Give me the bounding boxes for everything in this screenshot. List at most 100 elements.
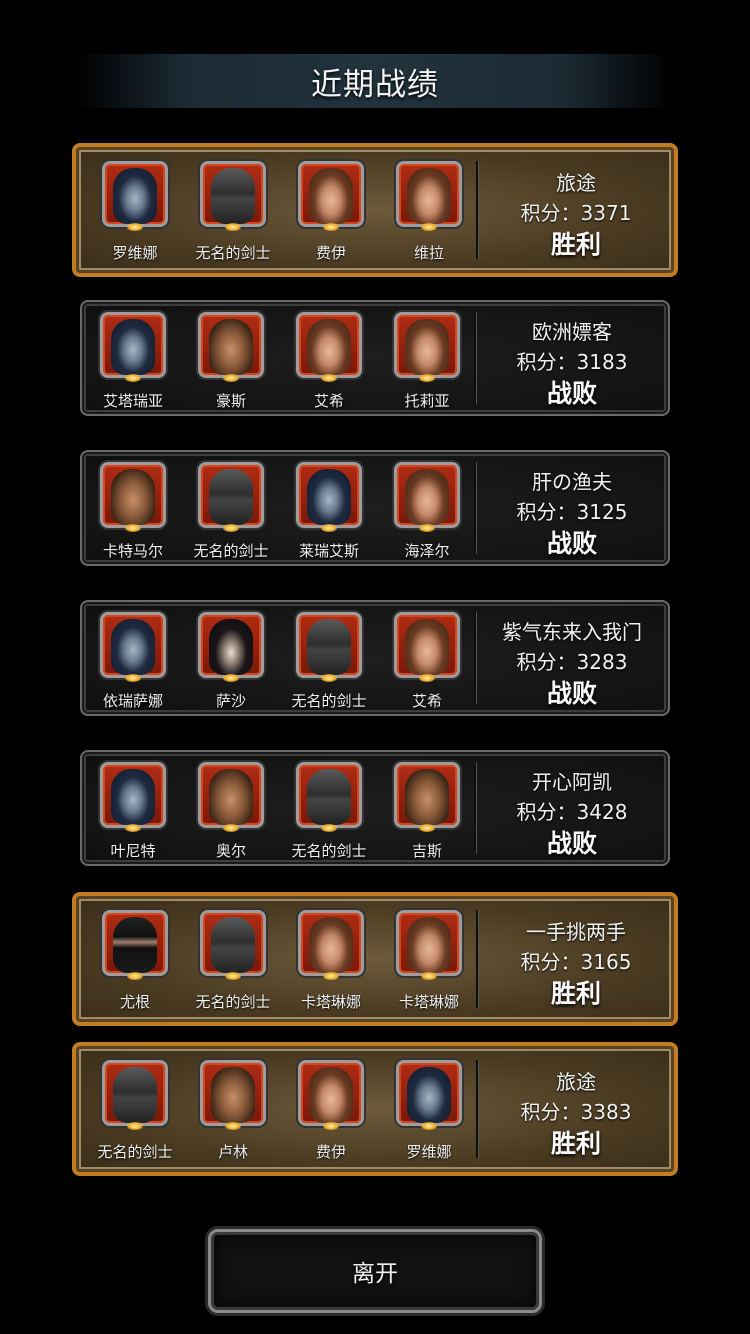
hero-slot[interactable]: 无名的剑士 xyxy=(188,896,278,1022)
rank-gem-icon xyxy=(223,524,239,532)
hero-slot[interactable]: 卡特马尔 xyxy=(88,452,178,564)
score-text: 积分：3165 xyxy=(520,950,632,974)
hero-lineup: 叶尼特 奥尔 无名的剑士 吉斯 xyxy=(82,752,472,864)
hero-portrait xyxy=(298,1060,364,1126)
score-text: 积分：3125 xyxy=(516,500,628,524)
hero-slot[interactable]: 尤根 xyxy=(90,896,180,1022)
opponent-name: 一手挑两手 xyxy=(526,920,626,944)
hero-slot[interactable]: 无名的剑士 xyxy=(284,602,374,714)
record-card[interactable]: 罗维娜 无名的剑士 费伊 维拉 旅途 积分：3371 胜利 xyxy=(72,143,678,277)
rank-gem-icon xyxy=(125,824,141,832)
hero-lineup: 无名的剑士 卢林 费伊 罗维娜 xyxy=(76,1046,466,1172)
hero-name: 艾希 xyxy=(313,392,344,410)
hero-slot[interactable]: 罗维娜 xyxy=(384,1046,474,1172)
record-card[interactable]: 叶尼特 奥尔 无名的剑士 吉斯 开心阿凯 积分：3428 战败 xyxy=(80,750,670,866)
hero-slot[interactable]: 托莉亚 xyxy=(382,302,472,414)
hero-name: 艾希 xyxy=(411,692,442,710)
opponent-name: 欧洲嫖客 xyxy=(532,320,612,344)
rank-gem-icon xyxy=(321,524,337,532)
record-card[interactable]: 尤根 无名的剑士 卡塔琳娜 卡塔琳娜 一手挑两手 积分：3165 胜利 xyxy=(72,892,678,1026)
rank-gem-icon xyxy=(321,824,337,832)
hero-name: 卡塔琳娜 xyxy=(398,993,459,1011)
hero-slot[interactable]: 依瑞萨娜 xyxy=(88,602,178,714)
helm-portrait-icon xyxy=(307,619,351,675)
defeat-label: 战败 xyxy=(546,679,597,708)
hero-portrait xyxy=(100,462,166,528)
hero-slot[interactable]: 莱瑞艾斯 xyxy=(284,452,374,564)
hero-name: 奥尔 xyxy=(215,842,246,860)
leave-button[interactable]: 离开 xyxy=(208,1229,542,1313)
hero-name: 卢林 xyxy=(217,1143,248,1161)
man-portrait-icon xyxy=(211,1067,255,1123)
hero-slot[interactable]: 艾希 xyxy=(284,302,374,414)
hero-name: 无名的剑士 xyxy=(195,244,271,262)
title-bar: 近期战绩 xyxy=(78,54,672,108)
hero-slot[interactable]: 无名的剑士 xyxy=(90,1046,180,1172)
man-portrait-icon xyxy=(209,769,253,825)
hero-slot[interactable]: 艾希 xyxy=(382,602,472,714)
hero-name: 费伊 xyxy=(315,244,346,262)
girl-portrait-icon xyxy=(407,917,451,973)
hero-slot[interactable]: 卡塔琳娜 xyxy=(384,896,474,1022)
card-divider xyxy=(476,910,478,1008)
hero-slot[interactable]: 费伊 xyxy=(286,147,376,273)
rank-gem-icon xyxy=(225,223,241,231)
hero-slot[interactable]: 吉斯 xyxy=(382,752,472,864)
hero-name: 叶尼特 xyxy=(110,842,156,860)
hero-slot[interactable]: 无名的剑士 xyxy=(284,752,374,864)
card-divider xyxy=(476,161,478,259)
hero-portrait xyxy=(296,762,362,828)
match-summary: 紫气东来入我门 积分：3283 战败 xyxy=(480,602,664,714)
hero-name: 罗维娜 xyxy=(406,1143,452,1161)
hero-slot[interactable]: 叶尼特 xyxy=(88,752,178,864)
hero-slot[interactable]: 费伊 xyxy=(286,1046,376,1172)
record-card[interactable]: 卡特马尔 无名的剑士 莱瑞艾斯 海泽尔 肝の渔夫 积分：3125 战败 xyxy=(80,450,670,566)
hero-slot[interactable]: 奥尔 xyxy=(186,752,276,864)
rank-gem-icon xyxy=(223,674,239,682)
defeat-label: 战败 xyxy=(546,379,597,408)
hero-portrait xyxy=(200,1060,266,1126)
hero-slot[interactable]: 萨沙 xyxy=(186,602,276,714)
defeat-label: 战败 xyxy=(546,529,597,558)
hero-portrait xyxy=(394,762,460,828)
hero-slot[interactable]: 艾塔瑞亚 xyxy=(88,302,178,414)
record-card[interactable]: 依瑞萨娜 萨沙 无名的剑士 艾希 紫气东来入我门 积分：3283 战败 xyxy=(80,600,670,716)
hero-lineup: 罗维娜 无名的剑士 费伊 维拉 xyxy=(76,147,466,273)
rank-gem-icon xyxy=(127,223,143,231)
hero-lineup: 艾塔瑞亚 豪斯 艾希 托莉亚 xyxy=(82,302,472,414)
rank-gem-icon xyxy=(127,972,143,980)
hero-name: 无名的剑士 xyxy=(97,1143,173,1161)
hero-portrait xyxy=(394,462,460,528)
hero-name: 莱瑞艾斯 xyxy=(298,542,359,560)
hero-slot[interactable]: 卢林 xyxy=(188,1046,278,1172)
match-summary: 肝の渔夫 积分：3125 战败 xyxy=(480,452,664,564)
opponent-name: 旅途 xyxy=(556,1070,596,1094)
hero-name: 罗维娜 xyxy=(112,244,158,262)
girl-portrait-icon xyxy=(309,917,353,973)
hero-slot[interactable]: 海泽尔 xyxy=(382,452,472,564)
hero-portrait xyxy=(200,161,266,227)
hero-name: 无名的剑士 xyxy=(291,842,367,860)
hero-slot[interactable]: 卡塔琳娜 xyxy=(286,896,376,1022)
hero-name: 萨沙 xyxy=(215,692,246,710)
hero-slot[interactable]: 罗维娜 xyxy=(90,147,180,273)
hero-slot[interactable]: 维拉 xyxy=(384,147,474,273)
hero-slot[interactable]: 无名的剑士 xyxy=(188,147,278,273)
record-card[interactable]: 艾塔瑞亚 豪斯 艾希 托莉亚 欧洲嫖客 积分：3183 战败 xyxy=(80,300,670,416)
hero-portrait xyxy=(198,762,264,828)
hero-portrait xyxy=(200,910,266,976)
hero-portrait xyxy=(102,910,168,976)
rank-gem-icon xyxy=(323,1122,339,1130)
record-card[interactable]: 无名的剑士 卢林 费伊 罗维娜 旅途 积分：3383 胜利 xyxy=(72,1042,678,1176)
hero-portrait xyxy=(396,910,462,976)
rank-gem-icon xyxy=(125,374,141,382)
defeat-label: 战败 xyxy=(546,829,597,858)
hero-portrait xyxy=(396,161,462,227)
hero-name: 费伊 xyxy=(315,1143,346,1161)
dark-portrait-icon xyxy=(209,619,253,675)
man-portrait-icon xyxy=(209,319,253,375)
hero-portrait xyxy=(296,612,362,678)
victory-label: 胜利 xyxy=(550,230,601,259)
hero-slot[interactable]: 豪斯 xyxy=(186,302,276,414)
hero-slot[interactable]: 无名的剑士 xyxy=(186,452,276,564)
